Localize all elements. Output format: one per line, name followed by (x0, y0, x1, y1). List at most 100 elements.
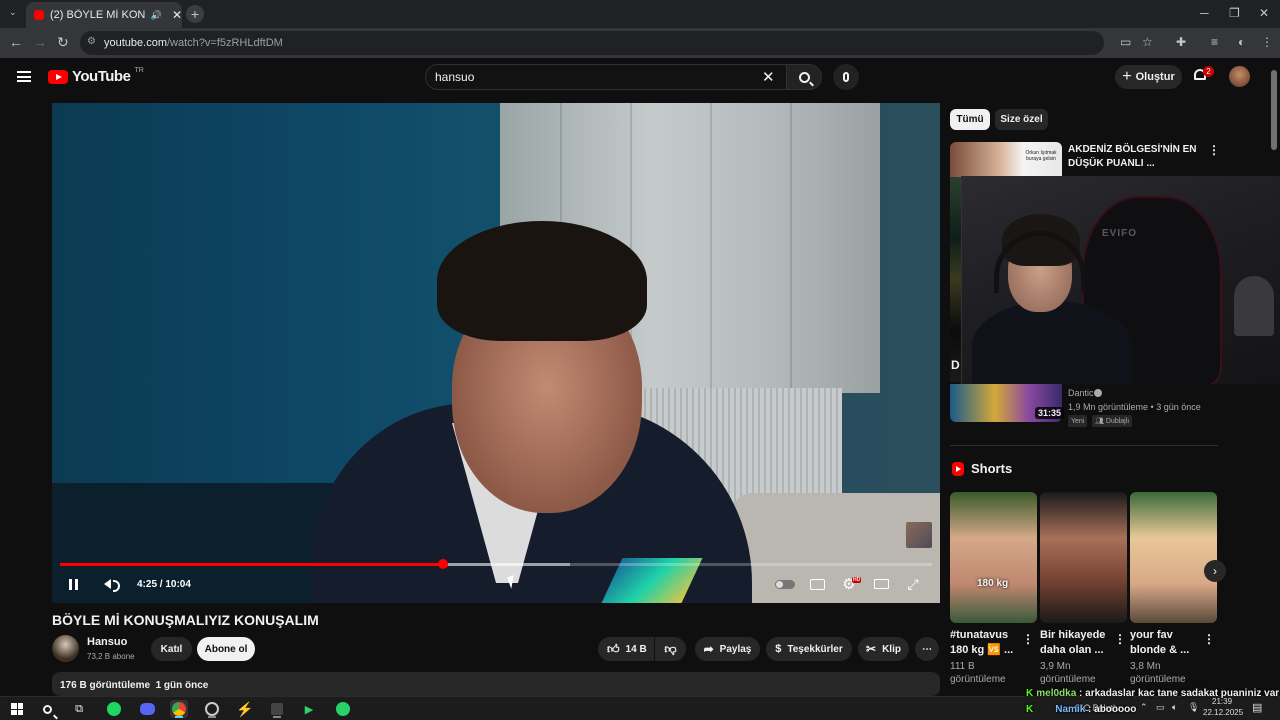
green-app[interactable]: ▶ (300, 700, 318, 718)
notification-center-icon[interactable]: ▤ (1252, 701, 1262, 714)
subtitles-button[interactable] (808, 574, 826, 594)
more-actions-button[interactable]: ⋯ (915, 637, 939, 661)
chrome-app[interactable] (170, 700, 188, 718)
description-box[interactable]: 176 B görüntüleme 1 gün önce (52, 672, 940, 696)
clock-date[interactable]: 22.12.2025 (1203, 708, 1243, 717)
short3-title[interactable]: your fav blonde & ... (1130, 628, 1204, 658)
thanks-label: Teşekkürler (787, 643, 843, 655)
account-avatar[interactable] (1229, 66, 1250, 87)
taskbar-search-button[interactable] (38, 700, 56, 718)
short3-views: 3,8 Mn görüntüleme (1130, 661, 1186, 685)
browser-tab-bar: ⌄ (2) BÖYLE Mİ KONUŞMALIYIZ KONUŞALIM 🔊 … (0, 0, 1280, 28)
thanks-button[interactable]: $ Teşekkürler (766, 637, 852, 661)
task-view-button[interactable]: ⧉ (70, 700, 88, 718)
reload-icon[interactable]: ↻ (57, 34, 69, 51)
share-button[interactable]: ➦ Paylaş (695, 637, 760, 661)
clip-label: Klip (882, 643, 901, 655)
dislike-button[interactable]: 👎︎ (655, 637, 686, 661)
clip-button[interactable]: ✂ Klip (858, 637, 909, 661)
back-icon[interactable]: ← (9, 34, 23, 50)
streamer-webcam-overlay: EVIFO (961, 176, 1280, 384)
task-view-icon: ⧉ (75, 702, 83, 715)
plus-icon: + (1122, 68, 1132, 85)
red-app[interactable]: ⚡ (236, 700, 254, 718)
new-tab-button[interactable]: + (186, 5, 204, 23)
youtube-logo[interactable]: YouTube TR (48, 67, 144, 85)
thanks-icon: $ (775, 643, 782, 655)
media-control-icon[interactable]: ≡ (1211, 35, 1218, 49)
short2-thumbnail[interactable] (1040, 492, 1127, 623)
bookmark-star-icon[interactable]: ☆ (1142, 35, 1153, 49)
speaker-icon (103, 579, 120, 592)
video-frame-hair (437, 221, 647, 341)
rec2-meta: 1,9 Mn görüntüleme • 3 gün önce (1068, 402, 1201, 412)
verified-icon (1094, 389, 1102, 397)
short2-more-icon[interactable]: ⋮ (1114, 632, 1126, 646)
short1-more-icon[interactable]: ⋮ (1022, 632, 1034, 646)
tray-network-icon[interactable]: ▭ (1156, 702, 1165, 713)
discord-app[interactable] (138, 700, 156, 718)
short1-thumbnail[interactable] (950, 492, 1037, 623)
chat-username: mel0dka (1036, 688, 1077, 699)
channel-avatar[interactable] (52, 635, 79, 662)
browser-tab[interactable]: (2) BÖYLE Mİ KONUŞMALIYIZ KONUŞALIM 🔊 ✕ (26, 2, 182, 28)
views-and-date: 176 B görüntüleme 1 gün önce (60, 680, 209, 691)
youtube-header: YouTube TR hansuo ✕ + Oluştur 2 (0, 58, 1280, 96)
clear-search-icon[interactable]: ✕ (762, 68, 775, 86)
theater-mode-button[interactable] (872, 574, 890, 594)
progress-bar[interactable] (60, 559, 932, 569)
rec-strip-letter: D (951, 358, 960, 372)
forward-icon[interactable]: → (33, 34, 47, 50)
cast-icon[interactable]: ▭ (1120, 35, 1131, 49)
close-window-button[interactable]: ✕ (1259, 6, 1269, 20)
search-input[interactable]: hansuo (425, 64, 787, 90)
fullscreen-icon: ⤢ (907, 575, 919, 592)
channel-name[interactable]: Hansuo (87, 636, 127, 648)
maximize-button[interactable]: ❐ (1229, 6, 1240, 20)
chip-all[interactable]: Tümü (950, 109, 990, 130)
progress-scrubber[interactable] (437, 559, 448, 569)
rec1-title[interactable]: AKDENİZ BÖLGESİ'NİN EN DÜŞÜK PUANLI ... (1068, 143, 1198, 171)
whatsapp-app[interactable] (334, 700, 352, 718)
start-button[interactable] (8, 700, 26, 718)
short3-more-icon[interactable]: ⋮ (1203, 632, 1215, 646)
pause-button[interactable] (65, 574, 81, 594)
volume-button[interactable] (98, 574, 120, 594)
tray-mic-icon[interactable]: 🎙︎ (1188, 702, 1199, 713)
rec1-more-icon[interactable]: ⋮ (1208, 143, 1220, 157)
address-bar[interactable]: ⚙ youtube.com/watch?v=f5zRHLdftDM (80, 31, 1104, 55)
subscribe-button[interactable]: Abone ol (197, 637, 255, 661)
video-player[interactable] (52, 103, 940, 603)
rec2-channel[interactable]: Dantic (1068, 388, 1094, 398)
create-button[interactable]: + Oluştur (1115, 65, 1182, 89)
streamer-hoodie (972, 301, 1132, 384)
autoplay-toggle[interactable] (774, 574, 796, 594)
like-button[interactable]: 👍︎ 14 B (598, 637, 654, 661)
search-icon (798, 71, 810, 83)
page-scrollbar[interactable] (1271, 70, 1277, 150)
obs-app[interactable] (203, 700, 221, 718)
audio-icon[interactable]: 🔊 (151, 10, 162, 21)
site-info-icon[interactable]: ⚙ (87, 36, 96, 47)
spotify-icon (107, 702, 121, 716)
profile-icon[interactable]: ◐ (1238, 35, 1245, 49)
short2-title[interactable]: Bir hikayede daha olan ... (1040, 628, 1114, 658)
voice-search-button[interactable] (833, 64, 859, 90)
shorts-next-button[interactable]: › (1204, 560, 1226, 582)
tab-search-icon[interactable]: ⌄ (9, 7, 17, 18)
short3-thumbnail[interactable] (1130, 492, 1217, 623)
tab-close-icon[interactable]: ✕ (172, 8, 182, 22)
extensions-icon[interactable]: ✚ (1176, 35, 1186, 49)
tray-chevron-icon[interactable]: ⌃ (1140, 702, 1148, 713)
search-button[interactable] (786, 64, 822, 90)
spotify-app[interactable] (105, 700, 123, 718)
fullscreen-button[interactable]: ⤢ (904, 574, 922, 594)
hamburger-menu-icon[interactable] (17, 71, 31, 82)
chip-for-you[interactable]: Size özel (995, 109, 1048, 130)
dark-app[interactable] (268, 700, 286, 718)
tray-volume-icon[interactable]: 🔈︎ (1172, 702, 1177, 713)
join-button[interactable]: Katıl (151, 637, 192, 661)
short1-title[interactable]: #tunatavus 180 kg 🆚 ... (950, 628, 1024, 658)
chrome-menu-icon[interactable]: ⋮ (1261, 35, 1273, 49)
minimize-button[interactable]: ─ (1200, 6, 1209, 20)
